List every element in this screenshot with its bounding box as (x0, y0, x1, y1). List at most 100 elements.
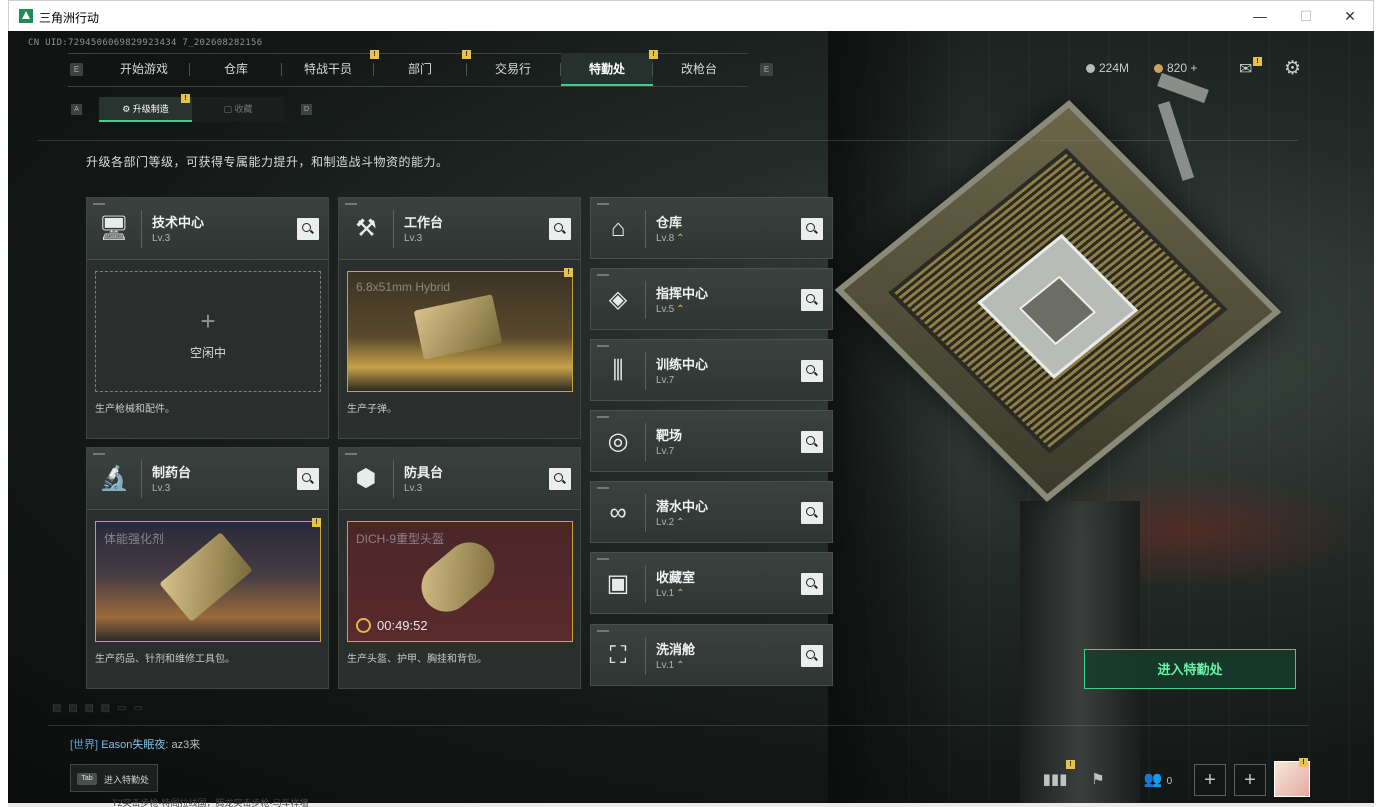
silver-coin-icon (1086, 64, 1095, 73)
warehouse-icon: ⌂ (610, 215, 626, 242)
stats-icon[interactable]: ▮▮▮ (1040, 765, 1070, 795)
facility-card[interactable]: ⌂ 仓库 Lv.8 ⌃ (590, 197, 833, 259)
tab-nav-5[interactable]: 特勤处 (561, 53, 653, 86)
chat-divider (48, 725, 1308, 726)
add-party-slot-2[interactable]: + (1234, 764, 1266, 796)
minimize-button[interactable]: — (1237, 1, 1283, 32)
search-icon[interactable] (801, 218, 823, 240)
flag-icon[interactable]: ⚑ (1083, 765, 1113, 795)
armor-blocks-icon: ⬢ (355, 465, 377, 492)
nav-separator (652, 63, 653, 76)
upgrade-available-icon: ⌃ (676, 517, 685, 528)
empty-production-slot[interactable]: + 空闲中 (95, 271, 321, 392)
clock-icon (356, 618, 371, 633)
search-icon[interactable] (801, 502, 823, 524)
workshop-description: 生产枪械和配件。 (95, 404, 175, 415)
trophy-case-icon: ▣ (606, 570, 630, 597)
tab-nav-2[interactable]: 特战干员 (282, 53, 374, 86)
product-name: 体能强化剂 (104, 532, 165, 546)
production-item[interactable]: DICH-9重型头盔 00:49:52 (347, 521, 573, 642)
workshop-card[interactable]: 🔬 制药台 Lv.3 体能强化剂 ! 生产药品、针剂和维修工具包。 (86, 447, 329, 689)
tab-nav-3[interactable]: 部门 (374, 53, 466, 86)
facility-level: Lv.8 ⌃ (656, 233, 685, 244)
background-window-text: T2突击步枪-特阁拉线国，腾龙突击步枪-马车样墙 (112, 798, 309, 807)
friends-button[interactable]: 👥 0 (1138, 765, 1178, 795)
search-icon[interactable] (549, 218, 571, 240)
mail-icon[interactable]: ✉ (1239, 59, 1252, 79)
gear-icon[interactable]: ⚙ (1284, 57, 1301, 80)
decon-chamber-icon: ⛶ (609, 642, 627, 669)
header-divider (645, 637, 646, 675)
upgrade-available-icon: ⌃ (676, 233, 685, 244)
facility-level: Lv.7 (656, 375, 674, 386)
tab-nav-6[interactable]: 改枪台 (653, 53, 745, 86)
facility-card[interactable]: ⛶ 洗消舱 Lv.1 ⌃ (590, 624, 833, 686)
nav-separator (560, 63, 561, 76)
header-divider (645, 494, 646, 532)
production-item[interactable]: 体能强化剂 (95, 521, 321, 642)
enter-special-ops-button[interactable]: 进入特勤处 (1084, 649, 1296, 689)
search-icon[interactable] (549, 468, 571, 490)
gold-currency[interactable]: 820 + (1154, 61, 1197, 75)
nav-next-key: E (760, 63, 773, 76)
facility-card[interactable]: ∞ 潜水中心 Lv.2 ⌃ (590, 481, 833, 543)
subnav-next-key: D (301, 104, 312, 115)
world-chat[interactable]: [世界] Eason失眠夜: az3来 (70, 736, 200, 752)
facility-card[interactable]: ◈ 指挥中心 Lv.5 ⌃ (590, 268, 833, 330)
chat-channel: [世界] (70, 739, 99, 751)
search-icon[interactable] (297, 468, 319, 490)
game-viewport: CN UID:7294506069829923434 7_20260828215… (8, 31, 1374, 803)
search-icon[interactable] (297, 218, 319, 240)
tab-nav-1[interactable]: 仓库 (190, 53, 282, 86)
facility-card[interactable]: ▣ 收藏室 Lv.1 ⌃ (590, 552, 833, 614)
facility-name: 收藏室 (656, 570, 696, 585)
workshop-level: Lv.3 (152, 233, 171, 244)
workshop-card[interactable]: 🖥 技术中心 Lv.3 + 空闲中 生产枪械和配件。 (86, 197, 329, 439)
search-icon[interactable] (801, 289, 823, 311)
tab-nav-0[interactable]: 开始游戏 (98, 53, 190, 86)
header-divider (645, 565, 646, 603)
workshop-header: 🔬 制药台 Lv.3 (87, 448, 328, 510)
silver-amount: 224M (1099, 61, 1130, 75)
tab-collection[interactable]: ▢ 收藏 (192, 97, 284, 122)
production-item[interactable]: 6.8x51mm Hybrid (347, 271, 573, 392)
search-icon[interactable] (801, 360, 823, 382)
search-icon[interactable] (801, 573, 823, 595)
workshop-name: 技术中心 (152, 215, 205, 230)
workshop-card[interactable]: ⬢ 防具台 Lv.3 DICH-9重型头盔 00:49:52 生产头盔、护甲、胸… (338, 447, 581, 689)
command-chip-icon: ◈ (608, 286, 628, 313)
facility-level: Lv.1 ⌃ (656, 588, 685, 599)
window-title: 三角洲行动 (39, 11, 100, 25)
chat-message: az3来 (171, 739, 201, 751)
facility-card[interactable]: ◎ 靶场 Lv.7 (590, 410, 833, 472)
workshop-description: 生产药品、针剂和维修工具包。 (95, 654, 235, 665)
facility-level: Lv.7 (656, 446, 674, 457)
facility-name: 仓库 (656, 215, 683, 230)
silver-currency: 224M (1086, 61, 1129, 75)
facility-card[interactable]: ⫼ 训练中心 Lv.7 (590, 339, 833, 401)
product-name: 6.8x51mm Hybrid (356, 280, 451, 294)
upgrade-available-icon: ⌃ (676, 304, 685, 315)
production-badge: ! (564, 268, 573, 277)
facility-level-value: Lv.7 (656, 375, 675, 386)
computer-icon: 🖥 (98, 215, 130, 242)
tab-upgrade-craft[interactable]: ⚙ 升级制造 (99, 97, 192, 122)
search-icon[interactable] (801, 431, 823, 453)
tab-nav-4[interactable]: 交易行 (467, 53, 559, 86)
maximize-button[interactable]: ☐ (1283, 1, 1329, 32)
header-divider (645, 281, 646, 319)
search-icon[interactable] (801, 645, 823, 667)
add-party-slot-1[interactable]: + (1194, 764, 1226, 796)
close-button[interactable]: ✕ (1327, 1, 1373, 32)
workshop-name: 防具台 (404, 465, 444, 480)
chat-user: Eason失眠夜: (101, 739, 169, 751)
tab-collection-label: 收藏 (234, 104, 253, 114)
facility-level-value: Lv.7 (656, 446, 675, 457)
workshop-card[interactable]: ⚒ 工作台 Lv.3 6.8x51mm Hybrid ! 生产子弹。 (338, 197, 581, 439)
header-divider (141, 460, 142, 498)
nav-separator (373, 63, 374, 76)
divider (38, 140, 1298, 141)
tab-hint-label: 进入特勤处 (104, 775, 150, 785)
tab-enter-hint[interactable]: Tab 进入特勤处 (70, 764, 158, 792)
gold-amount: 820 + (1167, 61, 1198, 75)
